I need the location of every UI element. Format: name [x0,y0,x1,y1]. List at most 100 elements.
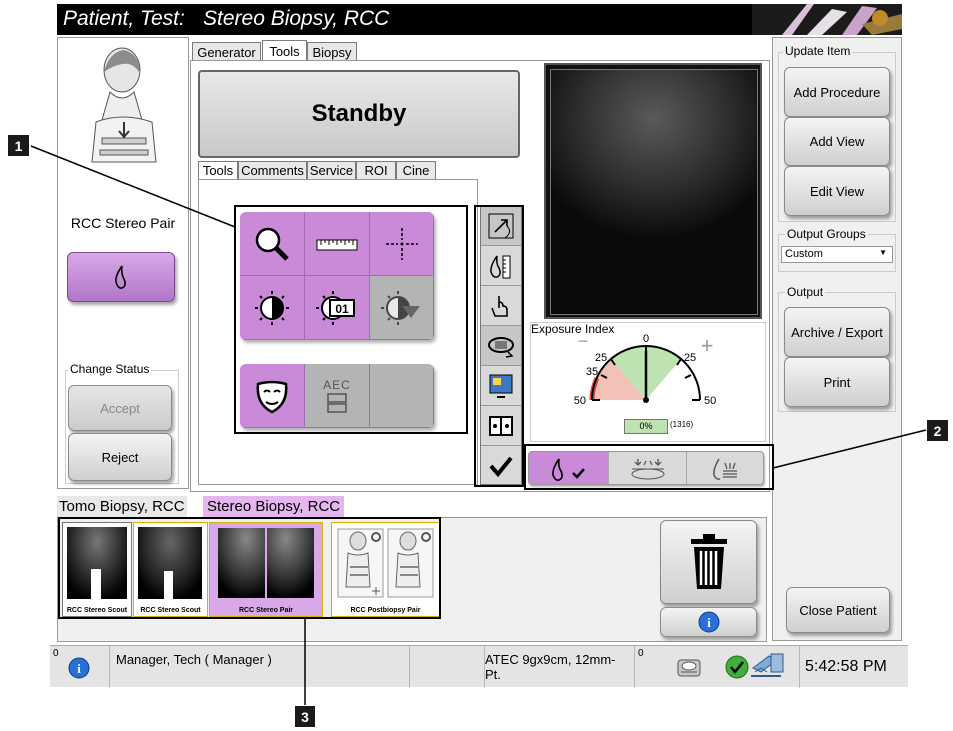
hand-point-icon [491,295,508,317]
subtab-roi[interactable]: ROI [356,161,396,179]
title-bar: Patient, Test: Stereo Biopsy, RCC [57,4,902,35]
procedure-tab-stereo-biopsy[interactable]: Stereo Biopsy, RCC [203,496,345,518]
face-mask-icon [256,380,288,413]
ruler-tool[interactable] [305,212,370,276]
display-tool[interactable] [481,366,521,406]
aec-tool[interactable]: AEC [305,364,370,428]
gantry-icon [751,653,784,677]
callout-2: 2 [927,420,948,441]
needle-marker [91,569,101,599]
postbiopsy-illustration [337,528,434,598]
subtab-service[interactable]: Service [307,161,356,179]
view-selector-compression[interactable] [608,452,686,484]
needle-marker [164,571,173,599]
output-label: Output [785,285,826,299]
svg-text:i: i [77,661,81,676]
update-item-label: Update Item [783,44,853,58]
status-user-cell: Manager, Tech ( Manager ) [110,646,410,688]
window-number: 01 [335,302,349,316]
swap-view-tool[interactable] [481,206,521,246]
subtab-tools[interactable]: Tools [198,161,238,179]
subtab-comments[interactable]: Comments [238,161,307,179]
view-exposure-button[interactable] [67,252,175,302]
procedure-tabs: Tomo Biopsy, RCC Stereo Biopsy, RCC [57,496,757,518]
gauge-tick-50-right: 50 [704,395,716,407]
print-button[interactable]: Print [784,357,890,407]
status-ok-icon [725,655,749,679]
thumbnail-stereo-scout-1[interactable]: RCC Stereo Scout [62,522,132,617]
breast-position-illustration [91,47,157,163]
mammogram-image [550,69,758,315]
invert-tool[interactable] [240,276,305,340]
status-device-cell: ATEC 9gx9cm, 12mm-Pt. [485,646,635,688]
edit-view-button[interactable]: Edit View [784,166,890,216]
compression-icon [631,459,664,480]
thumbnail-stereo-scout-2[interactable]: RCC Stereo Scout [133,522,208,617]
crosshair-icon [385,227,418,260]
callout-1: 1 [8,135,29,156]
window-preset-tool[interactable] [370,276,434,340]
accept-button[interactable]: Accept [68,385,172,431]
gauge-tick-0: 0 [643,333,649,345]
view-selector-stack[interactable] [686,452,763,484]
swap-view-icon [488,213,514,238]
crosshair-tool[interactable] [370,212,434,276]
thumbnail-postbiopsy-pair[interactable]: RCC Postbiopsy Pair [331,522,440,617]
image-tools-grid: 01 [240,212,434,340]
info-button[interactable]: i [660,607,757,637]
tab-tools[interactable]: Tools [262,40,307,61]
status-icons-cell[interactable]: 0 [635,646,800,688]
procedure-tab-tomo-biopsy[interactable]: Tomo Biopsy, RCC [57,496,187,518]
rotate-tool[interactable] [481,326,521,366]
output-groups-select[interactable]: Custom ▼ [781,246,893,263]
archive-export-button[interactable]: Archive / Export [784,307,890,357]
view-selector-accepted[interactable] [529,452,608,484]
measure-view-tool[interactable] [481,246,521,286]
thumbnail-label: RCC Postbiopsy Pair [350,607,421,614]
exposure-flame-icon [115,265,126,289]
aec-sensor-icon [327,392,347,413]
gauge-minus: − [578,331,589,351]
thumbnail-label: RCC Stereo Scout [140,607,201,614]
exposure-percent: 0% [624,419,668,434]
status-time: 5:42:58 PM [805,658,887,675]
status-count-left: 0 [53,648,59,659]
blank-tool [370,364,434,428]
gauge-tick-35: 35 [586,366,598,378]
pair-image-left [218,528,265,598]
status-device: ATEC 9gx9cm, 12mm-Pt. [485,652,616,682]
add-procedure-button[interactable]: Add Procedure [784,67,890,117]
info-icon: i [68,657,90,679]
thumbnail-label: RCC Stereo Pair [238,607,294,614]
reject-button[interactable]: Reject [68,433,172,481]
split-view-tool[interactable] [481,406,521,446]
add-view-button[interactable]: Add View [784,117,890,166]
output-groups-label: Output Groups [785,227,868,241]
tab-generator[interactable]: Generator [192,42,261,61]
vertical-tool-strip [480,205,522,485]
invert-contrast-icon [255,290,289,325]
status-count-right: 0 [638,648,644,659]
accept-check-tool[interactable] [481,446,521,484]
magnify-tool[interactable] [240,212,305,276]
window-level-tool[interactable]: 01 [305,276,370,340]
thumbnail-stereo-pair[interactable]: RCC Stereo Pair [209,522,323,617]
subtab-cine[interactable]: Cine [396,161,436,179]
thumbnail-label: RCC Stereo Scout [66,607,128,614]
touch-tool[interactable] [481,286,521,326]
mask-tool[interactable] [240,364,305,428]
tab-biopsy[interactable]: Biopsy [307,42,357,61]
callout-3: 3 [295,706,315,727]
gauge-tick-25-right: 25 [684,352,696,364]
close-patient-button[interactable]: Close Patient [786,587,890,633]
trash-can-icon [690,534,727,589]
svg-text:i: i [707,615,711,630]
exposure-raw: (1316) [670,420,694,429]
view-label: RCC Stereo Pair [70,215,176,231]
media-device-icon [677,659,701,677]
status-info-cell[interactable]: 0 i [50,646,110,688]
left-panel: RCC Stereo Pair Change Status Accept Rej… [57,37,189,489]
split-view-icon [489,415,513,436]
pair-image-right [267,528,314,598]
delete-button[interactable] [660,520,757,604]
